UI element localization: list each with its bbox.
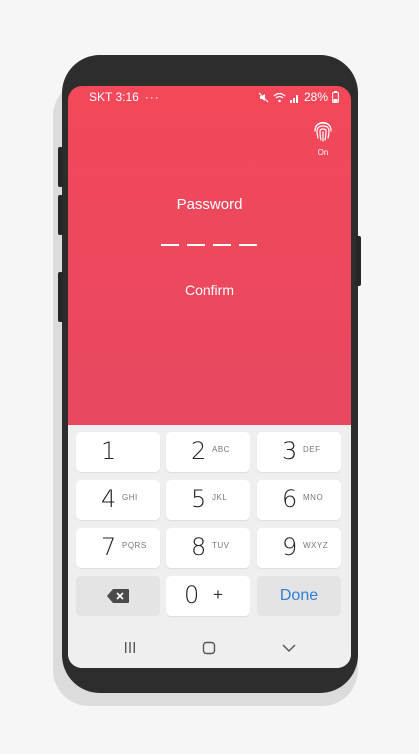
digit-slot [239,244,257,246]
key-digit: 4 [101,485,117,513]
signal-icon [289,94,298,103]
key-letters: JKL [212,493,228,502]
fingerprint-label: On [317,148,329,157]
password-title: Password [176,196,243,213]
fingerprint-toggle[interactable]: On [311,120,335,157]
key-digit: 2 [191,437,207,465]
done-label: Done [279,587,319,604]
key-digit: 3 [282,437,298,465]
carrier-time: SKT 3:16 [89,90,139,104]
key-7[interactable]: 7 PQRS [76,528,160,568]
key-digit: 0 [184,581,200,609]
back-icon[interactable] [282,643,296,653]
status-bar: SKT 3:16 ··· 28% [68,86,351,108]
volume-down-button [58,195,63,235]
backspace-icon [107,589,129,603]
navigation-bar [68,627,351,668]
key-digit: 6 [282,485,298,513]
key-1[interactable]: 1 [76,432,160,472]
key-letters: GHI [122,493,138,502]
key-4[interactable]: 4 GHI [76,480,160,520]
key-letters: ABC [212,445,230,454]
key-letters: TUV [212,541,230,550]
key-digit: 5 [191,485,207,513]
key-0[interactable]: 0 + [166,576,250,616]
key-5[interactable]: 5 JKL [166,480,250,520]
battery-icon [332,91,339,103]
key-3[interactable]: 3 DEF [257,432,341,472]
volume-up-button [58,147,63,187]
home-icon[interactable] [202,641,216,655]
fingerprint-icon [314,121,332,142]
password-digit-slots [161,244,257,248]
digit-slot [187,244,205,246]
mute-icon [258,92,269,102]
key-digit: 1 [101,437,117,465]
wifi-icon [273,92,286,102]
key-digit: 7 [101,533,117,561]
status-left: SKT 3:16 ··· [89,90,160,104]
key-letters: WXYZ [303,541,329,550]
battery-percent: 28% [303,90,328,104]
key-letters: MNO [303,493,324,502]
done-button[interactable]: Done [257,576,341,616]
key-8[interactable]: 8 TUV [166,528,250,568]
bixby-button [58,272,63,322]
key-plus: + [213,585,223,604]
key-letters: PQRS [122,541,147,550]
confirm-button[interactable]: Confirm [68,282,351,298]
power-button [356,236,361,286]
key-letters: DEF [303,445,321,454]
key-9[interactable]: 9 WXYZ [257,528,341,568]
status-right: 28% [258,90,339,104]
recent-apps-icon[interactable] [124,641,136,654]
key-digit: 9 [282,533,298,561]
key-digit: 8 [191,533,207,561]
digit-slot [161,244,179,246]
backspace-key[interactable] [76,576,160,616]
key-2[interactable]: 2 ABC [166,432,250,472]
digit-slot [213,244,231,246]
screen: SKT 3:16 ··· 28% On Password Confirm 1 2… [68,86,351,668]
more-notifications-dots: ··· [144,90,160,104]
key-6[interactable]: 6 MNO [257,480,341,520]
